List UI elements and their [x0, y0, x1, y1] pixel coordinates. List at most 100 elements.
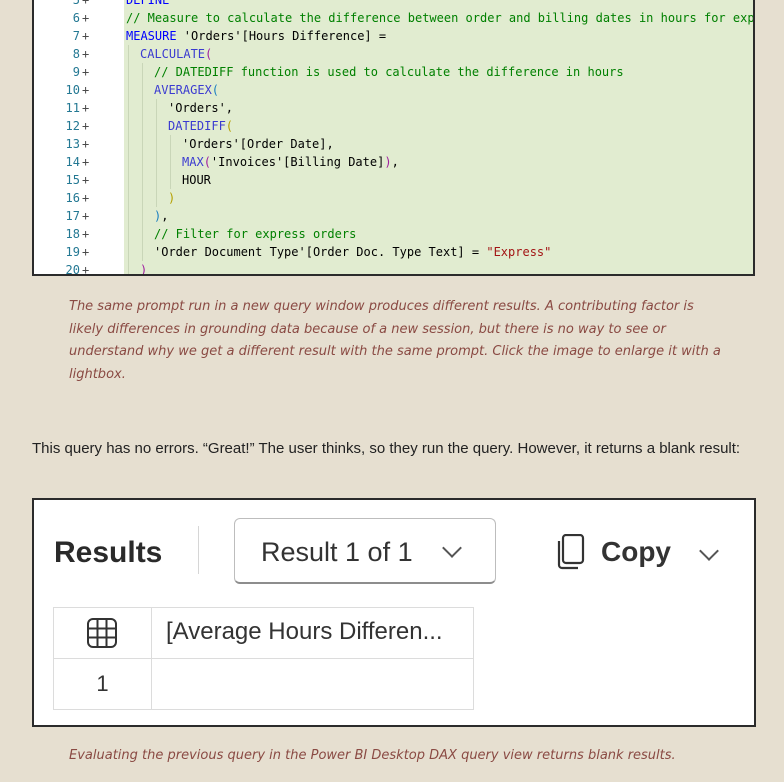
line-number: 10	[65, 83, 80, 97]
diff-plus-icon: +	[82, 101, 90, 115]
code-token: ,	[161, 209, 169, 223]
code-token: 'Orders',	[168, 101, 234, 115]
code-text: )	[168, 189, 175, 207]
copy-button[interactable]: Copy	[556, 530, 726, 578]
code-token: DEFINE	[126, 0, 170, 7]
code-token: // Filter for express orders	[154, 227, 357, 241]
code-token: MEASURE	[126, 29, 177, 43]
indent-guide	[128, 99, 129, 117]
code-text: ),	[154, 207, 168, 225]
indent-guide	[142, 207, 143, 225]
code-text: // DATEDIFF function is used to calculat…	[154, 63, 624, 81]
code-token: (	[211, 83, 220, 97]
indent-guide	[156, 135, 157, 153]
chevron-down-icon	[699, 541, 719, 561]
divider	[198, 526, 199, 574]
indent-guide	[128, 45, 129, 63]
code-line: 16 +)	[34, 189, 753, 207]
line-number: 11	[65, 101, 80, 115]
line-number: 14	[65, 155, 80, 169]
indent-guide	[142, 99, 143, 117]
line-number: 15	[65, 173, 80, 187]
code-token: )	[168, 191, 176, 205]
diff-plus-icon: +	[82, 191, 90, 205]
results-panel-screenshot[interactable]: Results Result 1 of 1 Copy [Average Hour…	[32, 498, 756, 727]
chevron-down-icon	[442, 538, 462, 558]
indent-guide	[128, 63, 129, 81]
code-line: 13 + 'Orders'[Order Date],	[34, 135, 753, 153]
indent-guide	[142, 81, 143, 99]
code-token: )	[384, 155, 392, 169]
code-token: AVERAGEX	[154, 83, 212, 97]
diff-plus-icon: +	[82, 47, 90, 61]
line-number: 7	[72, 29, 80, 43]
line-number: 13	[65, 137, 80, 151]
indent-guide	[128, 207, 129, 225]
diff-plus-icon: +	[82, 173, 90, 187]
code-token: DATEDIFF	[168, 119, 226, 133]
table-header-row: [Average Hours Differen...	[54, 608, 473, 659]
code-line: 5 + DEFINE	[34, 0, 753, 9]
results-title: Results	[54, 536, 163, 569]
copy-icon	[557, 534, 585, 570]
body-paragraph: This query has no errors. “Great!” The u…	[32, 440, 741, 457]
indent-guide	[142, 153, 143, 171]
code-line: 7 + MEASURE 'Orders'[Hours Difference] =	[34, 27, 753, 45]
result-selector-dropdown[interactable]: Result 1 of 1	[234, 518, 496, 584]
code-text: DATEDIFF(	[168, 117, 233, 135]
indent-guide	[156, 99, 157, 117]
code-token: [Order Date]	[239, 137, 327, 151]
code-text: // Measure to calculate the difference b…	[126, 9, 753, 27]
indent-guide	[142, 189, 143, 207]
added-line-highlight	[124, 0, 753, 9]
line-number: 9	[72, 65, 80, 79]
code-token: [Order Doc. Type Text]	[305, 245, 465, 259]
indent-guide	[170, 153, 171, 171]
code-token: CALCULATE	[140, 47, 206, 61]
code-text: MAX('Invoices'[Billing Date]),	[182, 153, 399, 171]
code-text: DEFINE	[126, 0, 169, 9]
code-token: MAX	[182, 155, 204, 169]
code-line: 19 + 'Order Document Type'[Order Doc. Type…	[34, 243, 753, 261]
added-line-highlight	[124, 261, 753, 274]
code-line: 6 + // Measure to calculate the difference…	[34, 9, 753, 27]
code-token: [Hours Difference]	[241, 29, 372, 43]
table-corner	[54, 608, 152, 658]
code-token: ,	[391, 155, 399, 169]
line-number: 16	[65, 191, 80, 205]
code-token: 'Orders'	[176, 29, 242, 43]
diff-plus-icon: +	[82, 263, 90, 276]
code-line: 12 + DATEDIFF(	[34, 117, 753, 135]
line-number: 18	[65, 227, 80, 241]
row-index-cell: 1	[54, 658, 152, 709]
table-row: 1	[54, 658, 473, 709]
code-token: // DATEDIFF function is used to calculat…	[154, 65, 624, 79]
code-token: ,	[326, 137, 334, 151]
code-token: (	[225, 119, 234, 133]
row-number: 1	[96, 671, 109, 696]
code-token: HOUR	[182, 173, 211, 187]
diff-plus-icon: +	[82, 29, 90, 43]
line-number: 5	[72, 0, 80, 7]
code-line: 15 + HOUR	[34, 171, 753, 189]
code-text: AVERAGEX(	[154, 81, 219, 99]
code-editor-screenshot[interactable]: 5 + DEFINE 6 +// Measure to calculate the di…	[32, 0, 755, 276]
indent-guide	[156, 153, 157, 171]
copy-label: Copy	[601, 536, 671, 567]
diff-plus-icon: +	[82, 11, 90, 25]
code-line: 11 + 'Orders',	[34, 99, 753, 117]
indent-guide	[142, 117, 143, 135]
diff-plus-icon: +	[82, 0, 90, 7]
added-line-highlight	[124, 171, 753, 189]
code-line: 10 + AVERAGEX(	[34, 81, 753, 99]
added-line-highlight	[124, 45, 753, 63]
figure-caption-2: Evaluating the previous query in the Pow…	[69, 748, 676, 763]
code-token: [Billing Date]	[283, 155, 385, 169]
code-text: )	[140, 261, 147, 274]
column-header[interactable]: [Average Hours Differen...	[166, 618, 443, 646]
line-number: 17	[65, 209, 80, 223]
code-token: 'Invoices'	[210, 155, 284, 169]
code-line: 8 + CALCULATE(	[34, 45, 753, 63]
code-token: =	[371, 29, 387, 43]
indent-guide	[128, 243, 129, 261]
